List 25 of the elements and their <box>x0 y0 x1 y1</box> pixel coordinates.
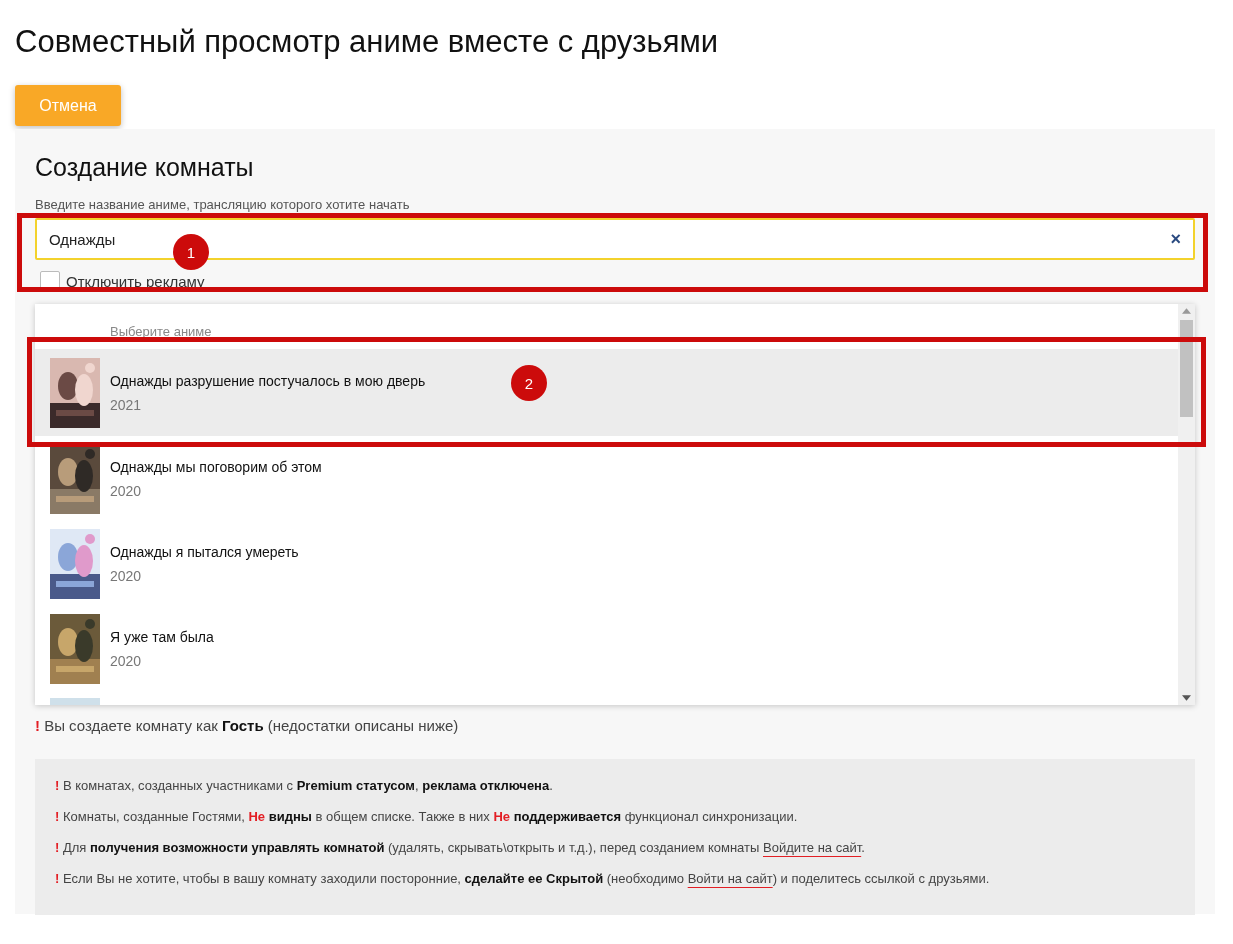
anime-title: Однажды разрушение постучалось в мою дверь <box>110 372 426 389</box>
anime-title: Я уже там была <box>110 628 214 645</box>
hint-text: Введите название аниме, трансляцию которого хотите начать <box>35 197 411 212</box>
note-text: ! Комнаты, созданные Гостями, Не видны в общем списке. Также в них Не поддерживается функционал синхронизации. <box>55 808 799 826</box>
anime-year: 2020 <box>110 567 143 584</box>
anime-option[interactable]: Однажды я пытался умереть 2020 <box>35 521 1178 606</box>
anime-option[interactable]: Я уже там была 2020 <box>35 606 1178 691</box>
login-link[interactable]: Войти на сайт <box>687 871 773 886</box>
anime-title: Однажды я пытался умереть <box>110 543 299 560</box>
anime-title: Однажды мы поговорим об этом <box>110 458 322 475</box>
anime-year: 2020 <box>110 482 143 499</box>
anime-year: 2020 <box>110 652 143 669</box>
page-title: Совместный просмотр аниме вместе с друзьями <box>14 23 720 61</box>
scrollbar-thumb[interactable] <box>1180 320 1193 417</box>
close-icon[interactable]: × <box>1170 228 1181 250</box>
note-text: ! Если Вы не хотите, чтобы в вашу комнату заходили посторонние, сделайте ее Скрытой (необходимо Войти на сайт) и поделитесь ссылкой с друзьями. <box>55 870 991 888</box>
section-heading: Создание комнаты <box>35 152 255 183</box>
note-text: ! Для получения возможности управлять комнатой (удалять, скрывать\открыть и т.д.), перед созданием комнаты Войдите на сайт. <box>55 839 866 857</box>
anime-year: 2021 <box>110 396 143 413</box>
scroll-down-icon[interactable] <box>1182 695 1191 701</box>
anime-option[interactable]: Однажды мы поговорим об этом 2020 <box>35 436 1178 521</box>
guest-warning: ! Вы создаете комнату как Гость (недостатки описаны ниже) <box>35 717 459 734</box>
dropdown-header: Выберите аниме <box>109 323 213 341</box>
scrollbar[interactable] <box>1178 304 1195 705</box>
note-text: ! В комнатах, созданных участниками с Premium статусом, реклама отключена. <box>55 777 554 795</box>
